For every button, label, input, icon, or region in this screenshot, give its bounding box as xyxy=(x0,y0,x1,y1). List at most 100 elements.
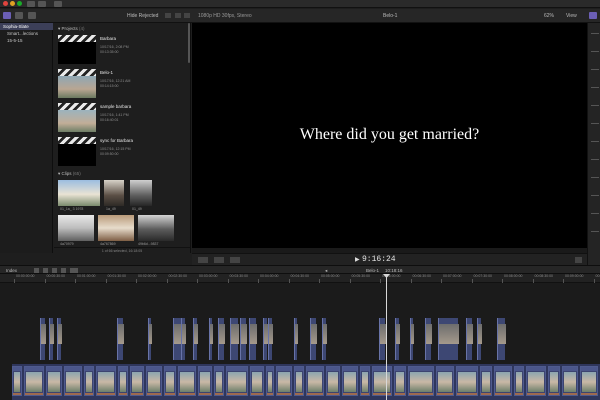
storyline-clip[interactable] xyxy=(494,366,512,396)
zoom-window-button[interactable] xyxy=(17,1,22,6)
connected-clip[interactable] xyxy=(193,318,198,360)
fullscreen-icon[interactable] xyxy=(575,257,582,263)
library-item[interactable]: 15-5-15 xyxy=(0,37,53,44)
storyline-clip[interactable] xyxy=(306,366,324,396)
photos-audio-icon[interactable] xyxy=(15,12,23,19)
background-tasks-icon[interactable] xyxy=(54,1,62,7)
browser-settings-icon[interactable] xyxy=(175,13,181,18)
tools-menu-icon[interactable] xyxy=(70,268,78,273)
connected-clip[interactable] xyxy=(310,318,317,360)
connected-clip[interactable] xyxy=(49,318,54,360)
storyline-clip[interactable] xyxy=(12,366,22,396)
clip-appearance-icon[interactable] xyxy=(165,13,171,18)
storyline-clip[interactable] xyxy=(456,366,478,396)
connected-clip[interactable] xyxy=(294,318,298,360)
storyline-clip[interactable] xyxy=(408,366,434,396)
connected-clip[interactable] xyxy=(249,318,257,360)
view-menu[interactable]: View xyxy=(566,13,577,19)
storyline-clip[interactable] xyxy=(24,366,44,396)
connected-clip[interactable] xyxy=(40,318,46,360)
connected-clip[interactable] xyxy=(173,318,182,360)
connected-clip[interactable] xyxy=(268,318,273,360)
storyline-clip[interactable] xyxy=(198,366,212,396)
clip-thumbnail[interactable] xyxy=(98,215,134,241)
connected-clip[interactable] xyxy=(230,318,239,360)
storyline-clip[interactable] xyxy=(226,366,248,396)
storyline-clip[interactable] xyxy=(526,366,546,396)
transform-tools-icon[interactable] xyxy=(198,257,208,263)
connected-clip[interactable] xyxy=(209,318,213,360)
retime-icon[interactable] xyxy=(230,257,240,263)
connected-clip[interactable] xyxy=(218,318,225,360)
connected-clip[interactable] xyxy=(148,318,152,360)
connected-clip[interactable] xyxy=(497,318,506,360)
storyline-clip[interactable] xyxy=(276,366,292,396)
zoom-popup[interactable]: 62% xyxy=(544,13,554,19)
storyline-clip[interactable] xyxy=(118,366,128,396)
timeline[interactable]: 00:00:00:00 00:00:30:00 00:01:00:00 00:01:3… xyxy=(0,274,600,400)
keyword-icon[interactable] xyxy=(38,1,46,7)
storyline-clip[interactable] xyxy=(164,366,176,396)
storyline-clip[interactable] xyxy=(480,366,492,396)
timeline-index-button[interactable]: Index xyxy=(6,268,17,273)
storyline-clip[interactable] xyxy=(250,366,264,396)
project-item[interactable]: Barbara 10/17/16, 2:08 PM 00:13:35:00 xyxy=(58,35,188,67)
connected-clip[interactable] xyxy=(438,318,459,360)
projects-section-header[interactable]: ▾ Projects (4) xyxy=(58,26,85,32)
clip-thumbnail[interactable] xyxy=(58,215,94,241)
storyline-clip[interactable] xyxy=(436,366,454,396)
storyline-clip[interactable] xyxy=(394,366,406,396)
color-correction-icon[interactable] xyxy=(214,257,224,263)
storyline-clip[interactable] xyxy=(294,366,304,396)
search-icon[interactable] xyxy=(184,13,190,18)
storyline-clip[interactable] xyxy=(46,366,62,396)
storyline-clip[interactable] xyxy=(326,366,340,396)
connected-clip[interactable] xyxy=(57,318,62,360)
close-window-button[interactable] xyxy=(3,1,8,6)
connected-clip[interactable] xyxy=(395,318,400,360)
connected-clip[interactable] xyxy=(379,318,386,360)
storyline-clip[interactable] xyxy=(64,366,82,396)
library-item[interactable]: Smart...lections xyxy=(0,30,53,37)
timeline-ruler[interactable]: 00:00:00:00 00:00:30:00 00:01:00:00 00:01:3… xyxy=(0,274,600,283)
project-item[interactable]: Belo-1 10/17/16, 12:21 AM 00:14:15:00 xyxy=(58,69,188,101)
insert-clip-icon[interactable] xyxy=(43,268,48,273)
connected-clip[interactable] xyxy=(181,318,186,360)
libraries-toggle-icon[interactable] xyxy=(3,12,11,19)
storyline-clip[interactable] xyxy=(514,366,524,396)
storyline-clip[interactable] xyxy=(146,366,162,396)
clip-thumbnail[interactable] xyxy=(104,180,124,206)
connected-clip[interactable] xyxy=(477,318,482,360)
project-item[interactable]: sample barbara 10/17/16, 1:41 PM 00:16:4… xyxy=(58,103,188,135)
project-item[interactable]: sync for Barbara 10/17/16, 12:15 PM 00:0… xyxy=(58,137,188,169)
clips-section-header[interactable]: ▾ Clips (65) xyxy=(58,171,81,177)
storyline-clip[interactable] xyxy=(562,366,578,396)
storyline-clip[interactable] xyxy=(96,366,116,396)
titles-generators-icon[interactable] xyxy=(28,12,36,19)
connected-clip[interactable] xyxy=(466,318,473,360)
playhead[interactable] xyxy=(386,274,387,400)
storyline-clip[interactable] xyxy=(266,366,274,396)
storyline-clip[interactable] xyxy=(178,366,196,396)
clip-thumbnail[interactable] xyxy=(130,180,152,206)
filter-popup[interactable]: Hide Rejected xyxy=(127,13,158,19)
storyline-clip[interactable] xyxy=(214,366,224,396)
connected-clip[interactable] xyxy=(263,318,268,360)
append-clip-icon[interactable] xyxy=(52,268,57,273)
viewer-canvas[interactable]: Where did you get married? xyxy=(192,23,587,248)
play-icon[interactable]: ▶ xyxy=(355,256,360,263)
clip-thumbnail[interactable] xyxy=(58,180,100,206)
storyline-clip[interactable] xyxy=(342,366,358,396)
minimize-window-button[interactable] xyxy=(10,1,15,6)
browser-scrollbar[interactable] xyxy=(188,23,190,63)
connected-clip[interactable] xyxy=(322,318,327,360)
connect-clip-icon[interactable] xyxy=(34,268,39,273)
clip-thumbnail[interactable] xyxy=(138,215,174,241)
connected-clip[interactable] xyxy=(240,318,247,360)
connected-clip[interactable] xyxy=(410,318,414,360)
storyline-clip[interactable] xyxy=(580,366,598,396)
storyline-clip[interactable] xyxy=(130,366,144,396)
import-icon[interactable] xyxy=(27,1,35,7)
storyline-clip[interactable] xyxy=(84,366,94,396)
storyline-clip[interactable] xyxy=(372,366,392,396)
